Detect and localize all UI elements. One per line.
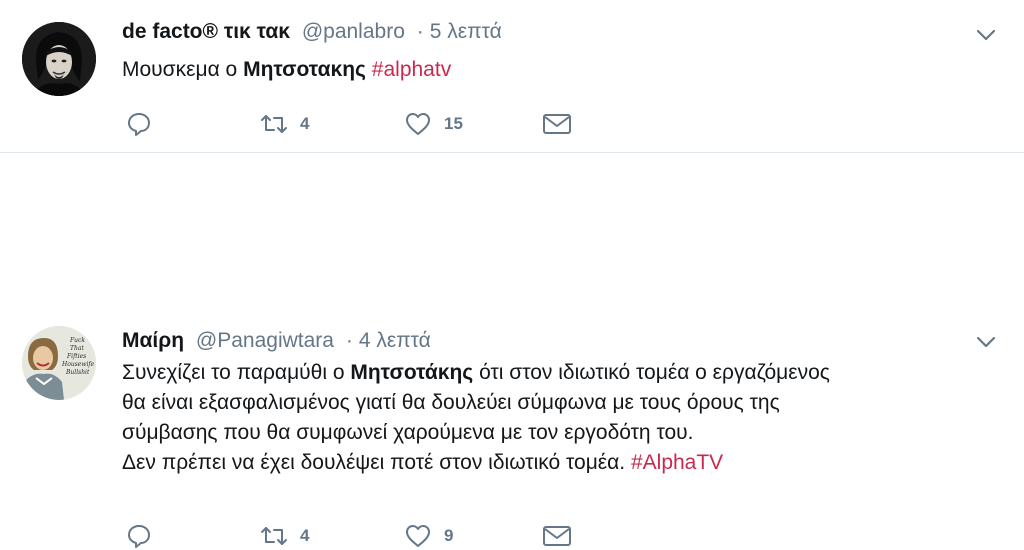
like-count: 15 bbox=[444, 114, 463, 133]
avatar-word: That bbox=[70, 345, 84, 352]
retweet-count: 4 bbox=[300, 114, 310, 133]
tweet-text-line: σύμβασης που θα συμφωνεί χαρούμενα με το… bbox=[122, 421, 694, 444]
tweet-actions: 4 9 bbox=[126, 522, 596, 550]
display-name[interactable]: Μαίρη bbox=[122, 329, 184, 352]
direct-message-icon bbox=[543, 526, 571, 546]
tweet-header: de facto® τικ τακ @panlabro · 5 λεπτά bbox=[122, 19, 502, 45]
user-handle[interactable]: @panlabro bbox=[302, 20, 405, 43]
tweet-text: Συνεχίζει το παραμύθι ο Μητσοτάκης ότι σ… bbox=[122, 358, 1002, 478]
avatar[interactable]: Fuck That Fifties Housewife Bullshit bbox=[22, 326, 96, 400]
tweet-text-bold: Μητσοτακης bbox=[243, 58, 366, 81]
tweet-text-segment: Συνεχίζει το παραμύθι ο bbox=[122, 361, 351, 384]
avatar-word: Housewife bbox=[61, 361, 95, 368]
tweet-text-line: θα είναι εξασφαλισμένος γιατί θα δουλεύε… bbox=[122, 391, 780, 414]
avatar-housewife-image: Fuck That Fifties Housewife Bullshit bbox=[22, 326, 96, 400]
like-count: 9 bbox=[444, 526, 454, 545]
direct-message-button[interactable] bbox=[542, 522, 572, 550]
tweet-actions: 4 15 bbox=[126, 110, 596, 138]
tweet-text-segment: Μουσκεμα ο bbox=[122, 58, 244, 81]
avatar-word: Bullshit bbox=[65, 369, 90, 376]
tweet-header: Μαίρη @Panagiwtara · 4 λεπτά bbox=[122, 328, 431, 354]
hashtag-link[interactable]: #AlphaTV bbox=[631, 451, 723, 474]
like-icon bbox=[406, 525, 430, 547]
display-name[interactable]: de facto® τικ τακ bbox=[122, 20, 290, 43]
separator: · bbox=[345, 329, 353, 352]
retweet-icon bbox=[261, 115, 287, 133]
user-handle[interactable]: @Panagiwtara bbox=[196, 329, 334, 352]
like-button[interactable]: 9 bbox=[404, 522, 453, 550]
chevron-down-icon[interactable] bbox=[976, 335, 996, 349]
retweet-count: 4 bbox=[300, 526, 310, 545]
reply-button[interactable] bbox=[126, 522, 152, 550]
tweet-text-segment: Δεν πρέπει να έχει δουλέψει ποτέ στον ιδ… bbox=[122, 451, 631, 474]
retweet-button[interactable]: 4 bbox=[260, 522, 309, 550]
tweet[interactable]: Fuck That Fifties Housewife Bullshit Μαί… bbox=[0, 152, 1024, 548]
retweet-icon bbox=[261, 527, 287, 545]
avatar-portrait-image bbox=[22, 22, 96, 96]
reply-icon bbox=[128, 525, 150, 548]
avatar-word: Fuck bbox=[69, 337, 85, 344]
direct-message-icon bbox=[543, 114, 571, 134]
direct-message-button[interactable] bbox=[542, 110, 572, 138]
tweet-text-line: Δεν πρέπει να έχει δουλέψει ποτέ στον ιδ… bbox=[122, 448, 1002, 478]
tweet-text-line: Συνεχίζει το παραμύθι ο Μητσοτάκης ότι σ… bbox=[122, 358, 1002, 388]
reply-button[interactable] bbox=[126, 110, 152, 138]
tweet-text-bold: Μητσοτάκης bbox=[350, 361, 474, 384]
avatar[interactable] bbox=[22, 22, 96, 96]
separator: · bbox=[416, 20, 424, 43]
avatar-word: Fifties bbox=[66, 353, 86, 360]
chevron-down-icon[interactable] bbox=[976, 28, 996, 42]
reply-icon bbox=[128, 113, 150, 136]
timestamp[interactable]: 5 λεπτά bbox=[430, 20, 502, 43]
timestamp[interactable]: 4 λεπτά bbox=[359, 329, 431, 352]
tweet[interactable]: de facto® τικ τακ @panlabro · 5 λεπτά Μου… bbox=[0, 0, 1024, 152]
retweet-button[interactable]: 4 bbox=[260, 110, 309, 138]
hashtag-link[interactable]: #alphatv bbox=[372, 58, 451, 81]
tweet-text-segment: ότι στον ιδιωτικό τομέα ο εργαζόμενος bbox=[473, 361, 830, 384]
like-button[interactable]: 15 bbox=[404, 110, 463, 138]
tweet-text: Μουσκεμα ο Μητσοτακης #alphatv bbox=[122, 55, 451, 85]
like-icon bbox=[406, 113, 430, 135]
